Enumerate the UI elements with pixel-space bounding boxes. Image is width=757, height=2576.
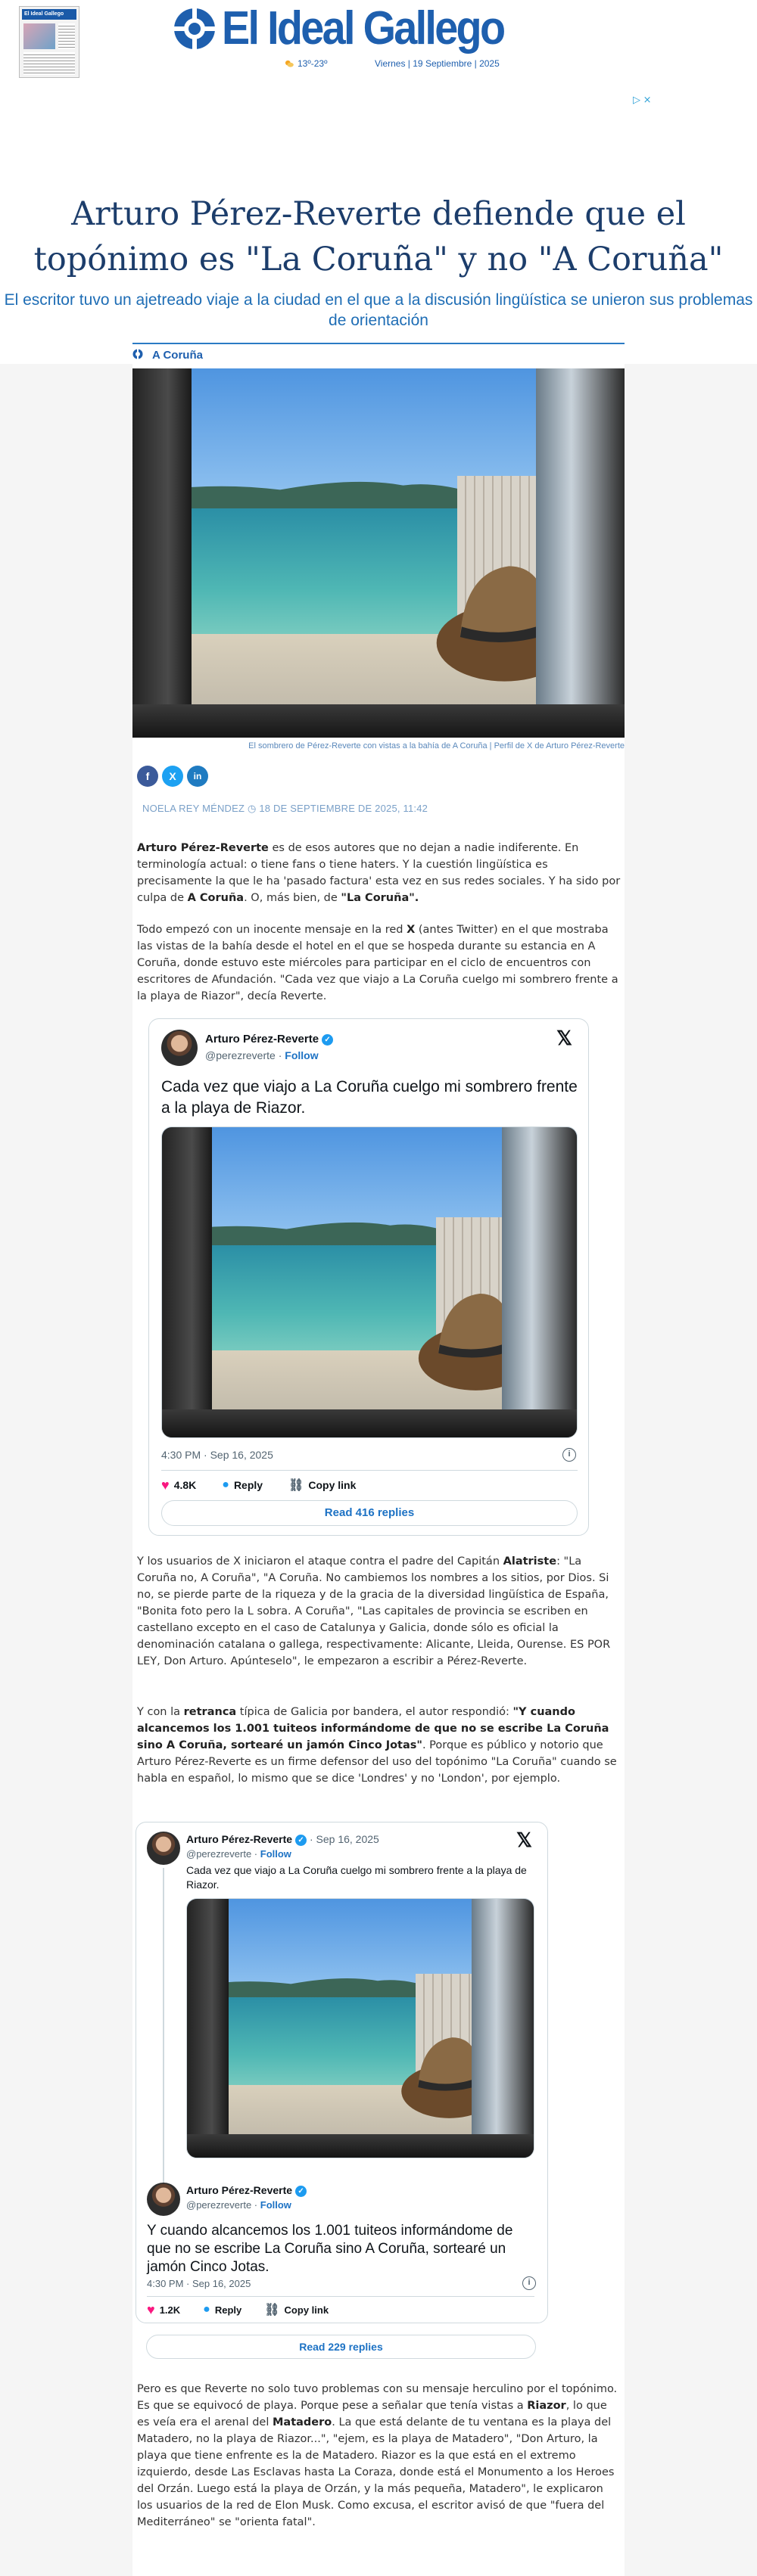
read-replies-button[interactable]: Read 416 replies <box>161 1500 578 1526</box>
follow-button[interactable]: Follow <box>260 1848 291 1860</box>
read-replies-button[interactable]: Read 229 replies <box>146 2335 536 2359</box>
article-paragraph-5: Pero es que Reverte no solo tuvo problem… <box>137 2383 618 2528</box>
article-paragraph-1: Arturo Pérez-Reverte es de esos autores … <box>137 842 621 904</box>
header-date: Viernes | 19 Septiembre | 2025 <box>375 58 500 69</box>
weather-temperature: 13º-23º <box>298 58 328 69</box>
info-icon[interactable]: i <box>562 1448 576 1462</box>
copy-link-label: Copy link <box>284 2304 329 2316</box>
reply-icon: ● <box>203 2303 210 2316</box>
verified-badge-icon: ✓ <box>295 1834 307 1846</box>
article-paragraph-3: Y los usuarios de X iniciaron el ataque … <box>137 1555 611 1667</box>
article-paragraph-2: Todo empezó con un inocente mensaje en l… <box>137 924 618 1002</box>
avatar[interactable] <box>147 1832 180 1865</box>
section-link-a-coruna[interactable]: A Coruña <box>152 349 203 362</box>
tweet-author-name[interactable]: Arturo Pérez-Reverte ✓ · Sep 16, 2025 <box>186 1833 379 1846</box>
tweet-author-name[interactable]: Arturo Pérez-Reverte ✓ <box>186 2184 307 2197</box>
copy-link-button[interactable]: ⛓ Copy link <box>288 1478 356 1493</box>
hero-photo[interactable] <box>132 368 625 738</box>
newspaper-cover-title: El Ideal Gallego <box>22 9 76 20</box>
reply-button[interactable]: ● Reply <box>203 2303 241 2317</box>
copy-link-label: Copy link <box>308 1479 357 1491</box>
x-logo-icon[interactable]: 𝕏 <box>516 1829 532 1852</box>
article-headline: Arturo Pérez-Reverte defiende que el top… <box>33 195 724 278</box>
photo-window-bay-scene <box>132 368 625 738</box>
linkedin-share-icon[interactable]: in <box>187 766 208 787</box>
copy-link-button[interactable]: ⛓ Copy link <box>264 2302 329 2317</box>
verified-badge-icon: ✓ <box>295 2185 307 2197</box>
article-byline: NOELA REY MÉNDEZ ◷ 18 DE SEPTIEMBRE DE 2… <box>142 803 428 814</box>
embedded-tweet-2[interactable]: Arturo Pérez-Reverte ✓ · Sep 16, 2025 @pe… <box>136 1822 548 2323</box>
follow-button[interactable]: Follow <box>285 1049 318 1061</box>
photo-caption: El sombrero de Pérez-Reverte con vistas … <box>248 741 625 750</box>
tweet-author-handle: @perezreverte · Follow <box>205 1049 319 1061</box>
tweet-text: Y cuando alcancemos los 1.001 tuiteos in… <box>147 2223 513 2275</box>
like-count: 4.8K <box>173 1479 197 1491</box>
verified-badge-icon: ✓ <box>322 1033 334 1046</box>
avatar[interactable] <box>161 1030 198 1066</box>
site-logo[interactable]: El Ideal Gallego <box>172 2 535 54</box>
reply-label: Reply <box>233 1479 263 1491</box>
logo-wordmark: El Ideal Gallego <box>222 2 506 54</box>
reply-icon: ● <box>222 1478 229 1491</box>
article-subheadline: El escritor tuvo un ajetreado viaje a la… <box>4 291 753 329</box>
newspaper-cover-text <box>23 52 75 75</box>
facebook-share-icon[interactable]: f <box>137 766 158 787</box>
share-buttons: f X in <box>137 766 208 787</box>
site-header: El Ideal Gallego El Ideal Gallego 13º-23… <box>0 0 757 83</box>
weather-widget: 13º-23º <box>284 58 327 69</box>
reply-label: Reply <box>214 2304 242 2316</box>
heart-icon: ♥ <box>147 2301 155 2317</box>
heart-icon: ♥ <box>161 1477 170 1493</box>
follow-button[interactable]: Follow <box>260 2199 291 2211</box>
embedded-tweet-1[interactable]: Arturo Pérez-Reverte ✓ @perezreverte · Fo… <box>148 1018 589 1536</box>
info-icon[interactable]: i <box>522 2276 536 2290</box>
tweet-actions: ♥ 4.8K ● Reply ⛓ Copy link <box>161 1476 356 1494</box>
photo-window-bay-scene <box>187 1899 534 2158</box>
tweet-actions: ♥ 1.2K ● Reply ⛓ Copy link <box>147 2301 329 2319</box>
quoted-tweet-date[interactable]: Sep 16, 2025 <box>316 1833 379 1845</box>
tweet-text: Cada vez que viajo a La Coruña cuelgo mi… <box>161 1078 578 1117</box>
newspaper-cover-photo <box>23 23 55 49</box>
newspaper-cover-column <box>58 23 75 49</box>
tweet-timestamp[interactable]: 4:30 PM · Sep 16, 2025 <box>161 1449 273 1461</box>
ad-choices-icon[interactable]: ▷ ⨯ <box>633 94 652 106</box>
photo-window-bay-scene <box>162 1127 577 1437</box>
section-logo-icon <box>132 349 143 359</box>
x-logo-icon[interactable]: 𝕏 <box>556 1027 572 1050</box>
reply-button[interactable]: ● Reply <box>222 1478 263 1492</box>
logo-mark-icon <box>172 6 217 51</box>
tweet-author-handle: @perezreverte · Follow <box>186 2199 291 2211</box>
section-label-bar: A Coruña <box>132 343 625 364</box>
quoted-tweet-text: Cada vez que viajo a La Coruña cuelgo mi… <box>186 1864 527 1891</box>
tweet-timestamp[interactable]: 4:30 PM · Sep 16, 2025 <box>147 2278 251 2289</box>
link-icon: ⛓ <box>264 2304 280 2317</box>
link-icon: ⛓ <box>288 1479 304 1492</box>
like-button[interactable]: ♥ 1.2K <box>147 2302 180 2318</box>
tweet-divider <box>161 1470 578 1471</box>
article-paragraph-4: Y con la retranca típica de Galicia por … <box>137 1706 617 1785</box>
tweet-divider <box>147 2296 534 2297</box>
thread-line <box>163 1868 164 2186</box>
avatar[interactable] <box>147 2183 180 2216</box>
x-share-icon[interactable]: X <box>162 766 183 787</box>
like-count: 1.2K <box>159 2304 181 2316</box>
tweet-photo[interactable] <box>161 1126 578 1438</box>
newspaper-cover-thumbnail[interactable]: El Ideal Gallego <box>19 6 79 78</box>
tweet-author-name[interactable]: Arturo Pérez-Reverte ✓ <box>205 1033 334 1046</box>
tweet-photo[interactable] <box>186 1898 534 2158</box>
partly-sunny-icon <box>285 60 294 67</box>
tweet-author-handle: @perezreverte · Follow <box>186 1848 291 1860</box>
like-button[interactable]: ♥ 4.8K <box>161 1478 196 1493</box>
